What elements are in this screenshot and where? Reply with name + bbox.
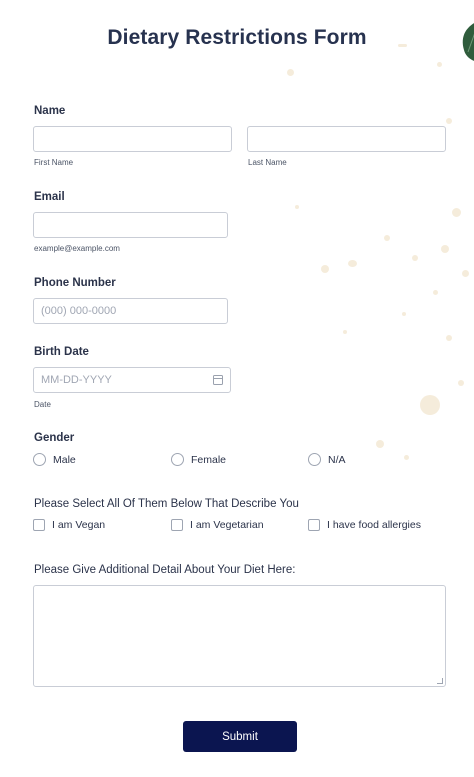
diet-option-label: I have food allergies bbox=[327, 519, 421, 531]
gender-option-female[interactable]: Female bbox=[171, 453, 226, 466]
checkbox[interactable] bbox=[171, 519, 183, 531]
birth-date-input[interactable]: MM-DD-YYYY bbox=[33, 367, 231, 393]
radio-button[interactable] bbox=[308, 453, 321, 466]
diet-option-vegan[interactable]: I am Vegan bbox=[33, 519, 105, 531]
calendar-icon[interactable] bbox=[213, 375, 223, 385]
gender-option-label: N/A bbox=[328, 453, 346, 466]
last-name-sublabel: Last Name bbox=[248, 158, 287, 167]
diet-option-label: I am Vegetarian bbox=[190, 519, 264, 531]
birth-date-placeholder: MM-DD-YYYY bbox=[41, 374, 112, 386]
radio-button[interactable] bbox=[171, 453, 184, 466]
email-sublabel: example@example.com bbox=[34, 244, 120, 253]
name-label: Name bbox=[34, 105, 66, 117]
resize-handle-icon[interactable] bbox=[437, 678, 443, 684]
checkbox[interactable] bbox=[33, 519, 45, 531]
phone-input[interactable]: (000) 000-0000 bbox=[33, 298, 228, 324]
gender-option-na[interactable]: N/A bbox=[308, 453, 346, 466]
birth-date-label: Birth Date bbox=[34, 346, 89, 358]
diet-option-vegetarian[interactable]: I am Vegetarian bbox=[171, 519, 264, 531]
first-name-input[interactable] bbox=[33, 126, 232, 152]
last-name-input[interactable] bbox=[247, 126, 446, 152]
radio-button[interactable] bbox=[33, 453, 46, 466]
email-input[interactable] bbox=[33, 212, 228, 238]
details-textarea[interactable] bbox=[33, 585, 446, 687]
diet-label: Please Select All Of Them Below That Des… bbox=[34, 498, 299, 510]
first-name-sublabel: First Name bbox=[34, 158, 74, 167]
form-title: Dietary Restrictions Form bbox=[107, 26, 367, 49]
birth-date-sublabel: Date bbox=[34, 400, 51, 409]
diet-option-label: I am Vegan bbox=[52, 519, 106, 531]
gender-option-label: Female bbox=[191, 453, 227, 466]
submit-button[interactable]: Submit bbox=[183, 721, 297, 752]
gender-option-male[interactable]: Male bbox=[33, 453, 76, 466]
gender-option-label: Male bbox=[53, 453, 76, 466]
email-label: Email bbox=[34, 191, 65, 203]
diet-option-allergies[interactable]: I have food allergies bbox=[308, 519, 421, 531]
gender-label: Gender bbox=[34, 432, 75, 444]
checkbox[interactable] bbox=[308, 519, 320, 531]
phone-label: Phone Number bbox=[34, 277, 116, 289]
details-label: Please Give Additional Detail About Your… bbox=[34, 564, 296, 576]
